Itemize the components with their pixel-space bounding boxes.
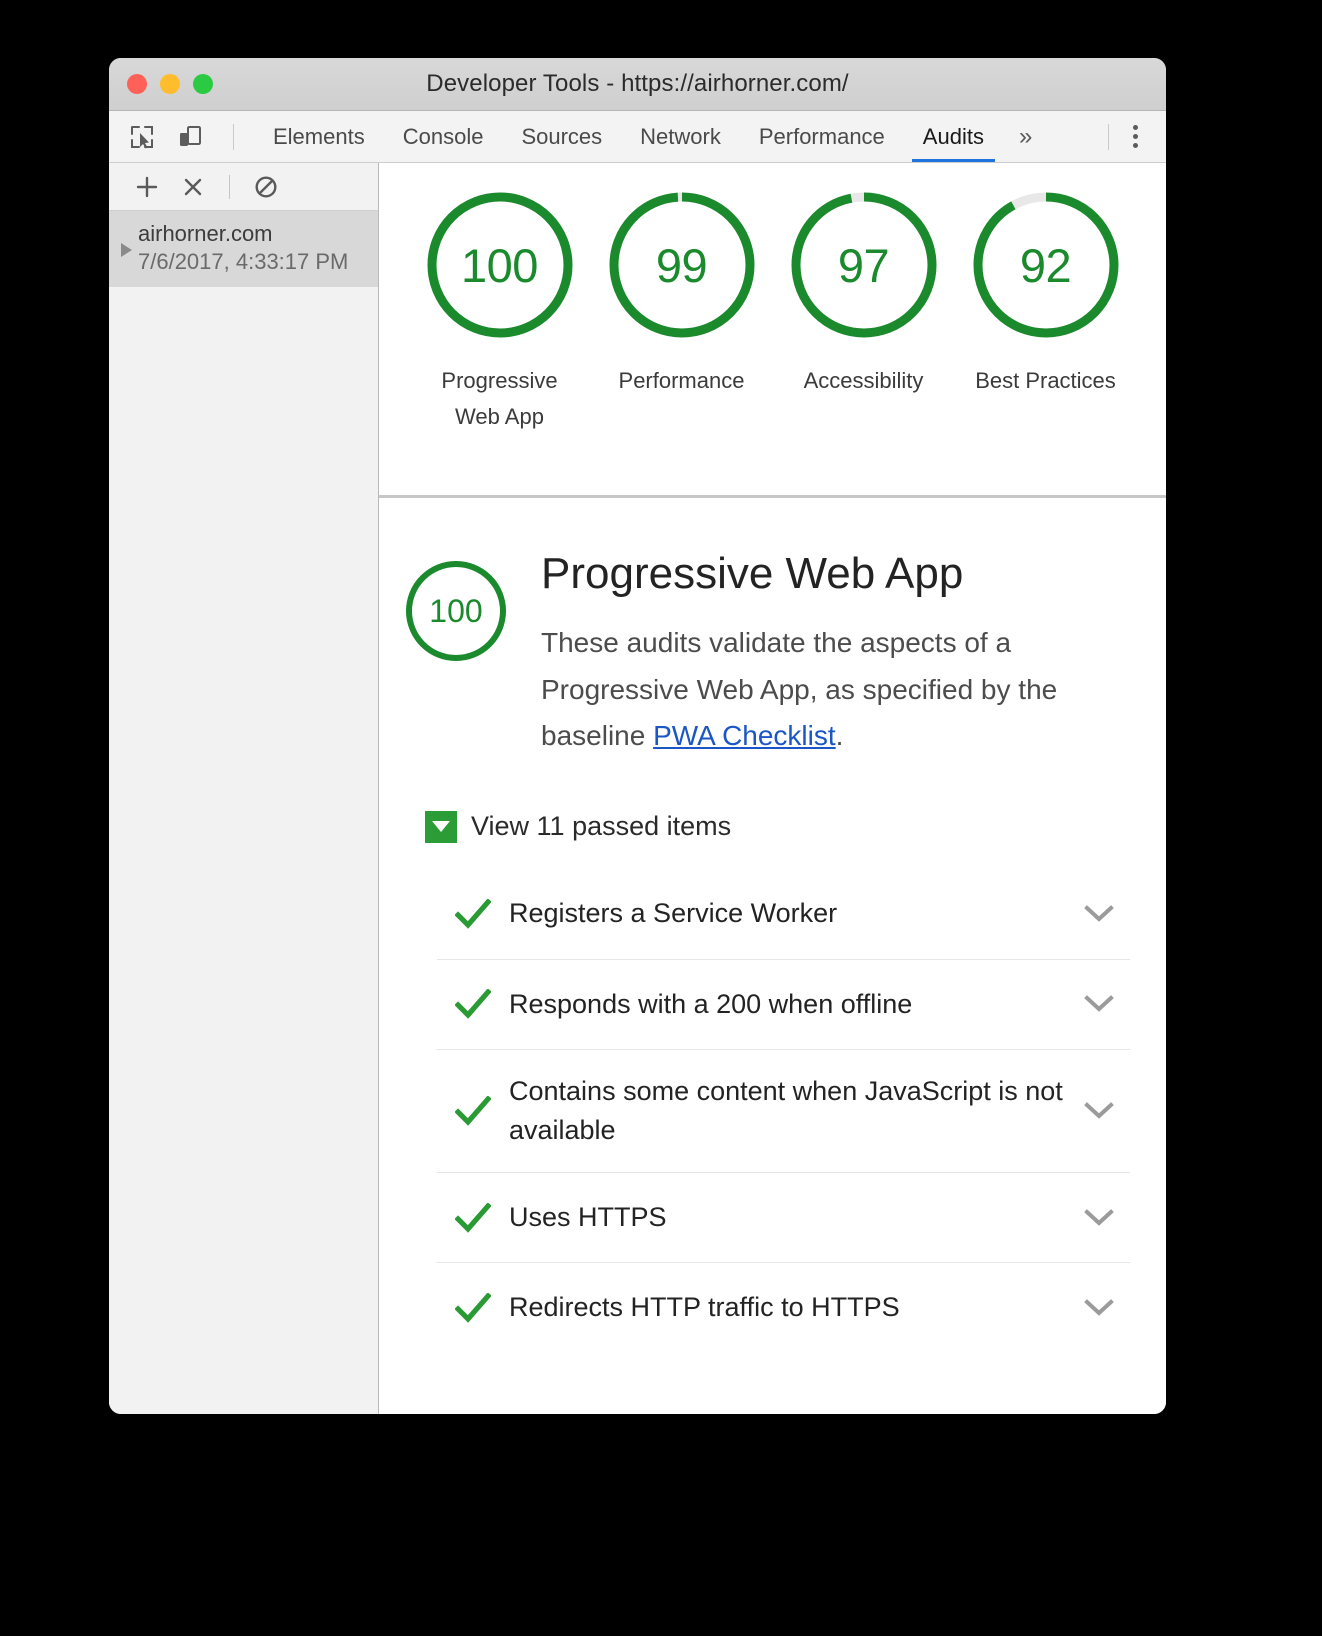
audits-main-panel: 100 Progressive Web App 99 Performance 9…: [379, 163, 1166, 1414]
audit-title: Redirects HTTP traffic to HTTPS: [509, 1292, 900, 1323]
clear-all-icon[interactable]: [246, 169, 286, 205]
table-row[interactable]: Registers a Service Worker: [437, 869, 1130, 959]
tab-performance[interactable]: Performance: [740, 111, 904, 162]
window-titlebar: Developer Tools - https://airhorner.com/: [109, 58, 1166, 111]
score-card-performance[interactable]: 99 Performance: [598, 185, 766, 399]
check-icon: [437, 1292, 509, 1323]
tab-console[interactable]: Console: [384, 111, 503, 162]
score-label: Progressive Web App: [441, 368, 558, 430]
score-value: 97: [837, 238, 890, 292]
chevron-down-icon[interactable]: [1069, 1298, 1129, 1317]
pwa-checklist-link[interactable]: PWA Checklist: [653, 720, 836, 751]
run-host: airhorner.com: [138, 221, 273, 246]
score-gauge: 97: [784, 185, 944, 345]
chevron-down-icon[interactable]: [1069, 1208, 1129, 1227]
tab-label: Sources: [521, 123, 603, 149]
category-detail: 100 Progressive Web App These audits val…: [379, 498, 1166, 1414]
table-row[interactable]: Responds with a 200 when offline: [437, 958, 1130, 1049]
run-info: airhorner.com 7/6/2017, 4:33:17 PM: [138, 221, 348, 275]
score-label: Accessibility: [803, 368, 924, 393]
more-tabs-button[interactable]: »: [1003, 111, 1048, 162]
devtools-window: Developer Tools - https://airhorner.com/…: [109, 58, 1166, 1414]
tab-network[interactable]: Network: [621, 111, 740, 162]
score-label: Performance: [618, 368, 745, 393]
table-row[interactable]: Uses HTTPS: [437, 1172, 1130, 1262]
tab-label: Console: [402, 123, 484, 149]
list-item[interactable]: airhorner.com 7/6/2017, 4:33:17 PM: [109, 211, 378, 287]
chevron-down-icon[interactable]: [1069, 1102, 1129, 1120]
category-description: These audits validate the aspects of a P…: [541, 620, 1130, 759]
score-value: 92: [1019, 238, 1072, 292]
audit-title: Responds with a 200 when offline: [509, 988, 913, 1019]
chevron-down-icon: [425, 810, 457, 843]
add-audit-button[interactable]: [127, 169, 167, 205]
category-score-gauge: 100: [401, 556, 511, 666]
devtools-tabbar: Elements Console Sources Network Perform…: [109, 111, 1166, 163]
tab-label: Audits: [922, 123, 984, 149]
check-icon: [437, 989, 509, 1020]
check-icon: [437, 898, 509, 929]
panel-tabs: Elements Console Sources Network Perform…: [254, 111, 1048, 162]
audit-title: Contains some content when JavaScript is…: [509, 1075, 1063, 1146]
category-copy: Progressive Web App These audits validat…: [541, 549, 1130, 759]
passed-audits-list: Registers a Service Worker Responds with…: [437, 869, 1130, 1352]
kebab-menu-icon[interactable]: [1121, 117, 1150, 156]
devtools-body: airhorner.com 7/6/2017, 4:33:17 PM 100 P…: [109, 163, 1166, 1414]
score-card-best-practices[interactable]: 92 Best Practices: [962, 185, 1130, 399]
tab-sources[interactable]: Sources: [502, 111, 621, 162]
audits-sidebar: airhorner.com 7/6/2017, 4:33:17 PM: [109, 163, 379, 1414]
tabbar-right-divider: [1108, 123, 1109, 150]
passed-items-label: View 11 passed items: [471, 811, 732, 842]
chevron-down-icon[interactable]: [1069, 995, 1129, 1013]
score-gauge: 100: [420, 185, 580, 345]
inspect-element-icon[interactable]: [125, 120, 159, 154]
tabbar-tool-icons: [109, 111, 246, 162]
table-row[interactable]: Contains some content when JavaScript is…: [437, 1048, 1130, 1172]
run-timestamp: 7/6/2017, 4:33:17 PM: [138, 249, 349, 274]
score-value: 100: [461, 238, 538, 292]
audit-title: Uses HTTPS: [509, 1202, 667, 1233]
delete-audit-button[interactable]: [173, 169, 213, 205]
tab-label: Elements: [273, 123, 365, 149]
score-card-accessibility[interactable]: 97 Accessibility: [780, 185, 948, 399]
sidebar-toolbar: [109, 163, 378, 211]
check-icon: [437, 1096, 509, 1126]
audit-title: Registers a Service Worker: [509, 898, 838, 929]
score-gauge: 92: [966, 185, 1126, 345]
score-gauge: 99: [602, 185, 762, 345]
description-after: .: [835, 719, 844, 751]
expand-triangle-icon[interactable]: [121, 243, 132, 257]
tab-audits[interactable]: Audits: [904, 111, 1003, 162]
score-label: Best Practices: [975, 368, 1116, 393]
tab-label: Network: [640, 123, 721, 149]
page-title: Progressive Web App: [541, 549, 964, 598]
sidebar-toolbar-divider: [229, 174, 230, 199]
score-card-pwa[interactable]: 100 Progressive Web App: [416, 185, 584, 436]
tab-label: Performance: [758, 123, 885, 149]
check-icon: [437, 1202, 509, 1233]
score-summary: 100 Progressive Web App 99 Performance 9…: [379, 163, 1166, 498]
device-toolbar-icon[interactable]: [173, 120, 207, 154]
window-title: Developer Tools - https://airhorner.com/: [426, 70, 849, 97]
category-header: 100 Progressive Web App These audits val…: [401, 549, 1130, 759]
tab-elements[interactable]: Elements: [254, 111, 384, 162]
category-score-value: 100: [429, 592, 483, 629]
audit-run-list: airhorner.com 7/6/2017, 4:33:17 PM: [109, 211, 378, 1414]
table-row[interactable]: Redirects HTTP traffic to HTTPS: [437, 1262, 1130, 1352]
view-passed-items-toggle[interactable]: View 11 passed items: [425, 810, 1130, 843]
score-value: 99: [655, 238, 708, 292]
tabbar-right-group: [1096, 111, 1166, 162]
chevron-down-icon[interactable]: [1069, 905, 1129, 923]
tabbar-divider: [233, 123, 234, 150]
